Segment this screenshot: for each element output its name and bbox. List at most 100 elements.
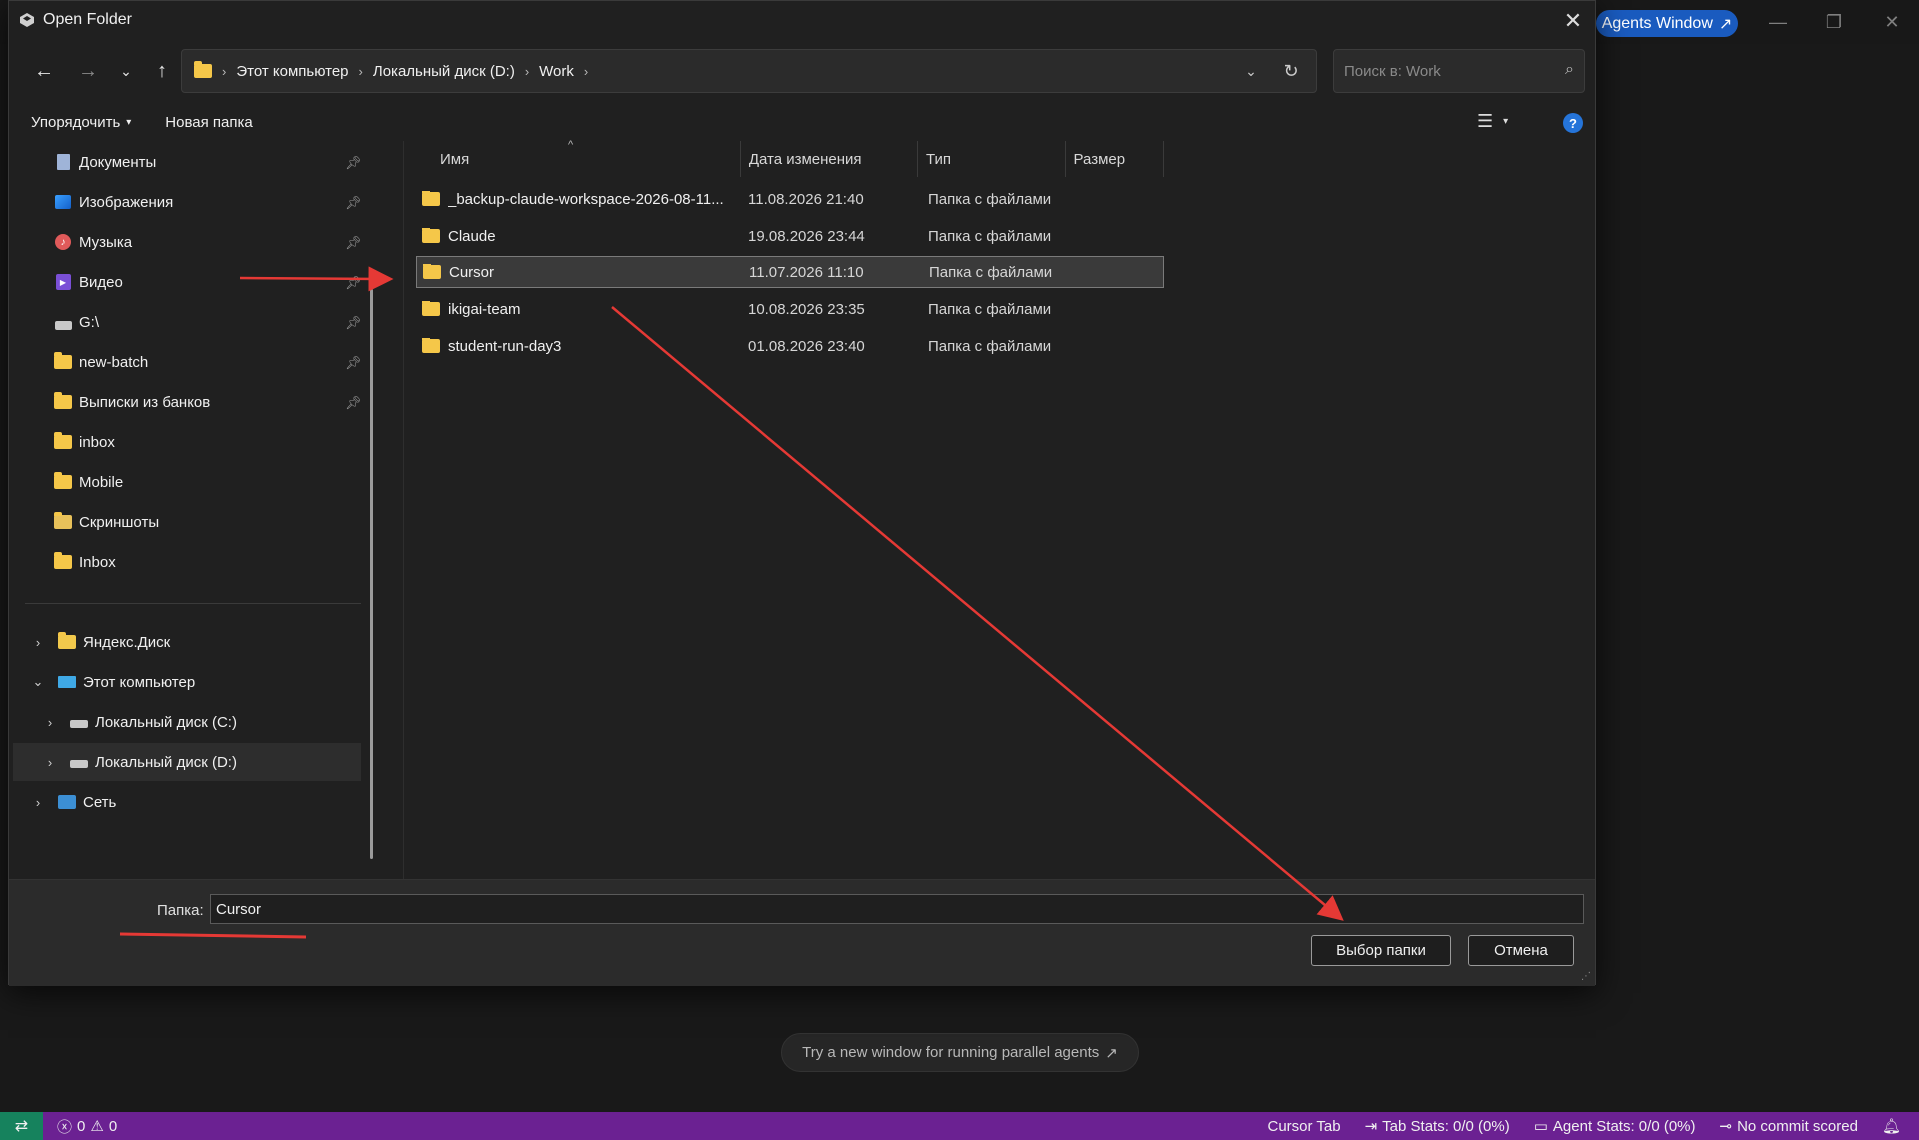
- nav-item-screenshots[interactable]: Скриншоты: [53, 503, 159, 541]
- nav-item-label: Изображения: [79, 193, 174, 211]
- agent-stats-item[interactable]: ▭ Agent Stats: 0/0 (0%): [1526, 1117, 1704, 1136]
- chevron-right-icon[interactable]: ›: [584, 64, 588, 79]
- agents-window-button[interactable]: Agents Window ↗: [1596, 10, 1738, 37]
- commit-item[interactable]: ⊸ No commit scored: [1712, 1117, 1866, 1136]
- folder-icon: [422, 300, 440, 316]
- search-icon: ⌕: [1565, 61, 1574, 78]
- search-box[interactable]: ⌕: [1333, 49, 1585, 93]
- video-icon: ▶: [53, 274, 73, 290]
- cancel-button[interactable]: Отмена: [1468, 935, 1574, 966]
- commit-icon: ⊸: [1719, 1118, 1733, 1135]
- dialog-close-button[interactable]: ✕: [1559, 7, 1587, 35]
- minimize-icon[interactable]: —: [1758, 8, 1798, 36]
- nav-item-g-drive[interactable]: G:\: [53, 303, 99, 341]
- file-row-selected[interactable]: Cursor 11.07.2026 11:10 Папка с файлами: [416, 256, 1164, 288]
- nav-item-label: Скриншоты: [79, 513, 160, 531]
- nav-item-yandex-disk[interactable]: › Яндекс.Диск: [31, 623, 170, 661]
- drive-icon: [69, 754, 89, 770]
- screenshots-folder-icon: [53, 512, 73, 530]
- nav-item-documents[interactable]: Документы: [53, 143, 156, 181]
- chevron-right-icon[interactable]: ›: [43, 715, 57, 730]
- nav-scrollbar[interactable]: [370, 289, 373, 859]
- file-row[interactable]: _backup-claude-workspace-2026-08-11... 1…: [416, 183, 1164, 215]
- recent-locations-button[interactable]: ⌄: [111, 57, 141, 85]
- arrow-left-icon: ←: [34, 59, 54, 82]
- chevron-down-icon[interactable]: ⌄: [31, 674, 45, 690]
- remote-button[interactable]: ⇄: [0, 1112, 43, 1140]
- close-window-icon[interactable]: ✕: [1872, 8, 1912, 36]
- nav-item-music[interactable]: ♪ Музыка: [53, 223, 132, 261]
- nav-item-inbox-lower[interactable]: inbox: [53, 423, 115, 461]
- column-header-date[interactable]: Дата изменения: [741, 141, 918, 177]
- nav-item-bank-statements[interactable]: Выписки из банков: [53, 383, 210, 421]
- breadcrumb-item-computer[interactable]: Этот компьютер: [236, 63, 348, 80]
- breadcrumb-item-drive-d[interactable]: Локальный диск (D:): [373, 63, 515, 80]
- nav-item-mobile[interactable]: Mobile: [53, 463, 123, 501]
- warning-icon: ⚠: [90, 1118, 104, 1135]
- nav-item-network[interactable]: › Сеть: [31, 783, 117, 821]
- cursor-tab-item[interactable]: Cursor Tab: [1260, 1118, 1349, 1135]
- file-type: Папка с файлами: [928, 337, 1052, 355]
- file-row[interactable]: Claude 19.08.2026 23:44 Папка с файлами: [416, 220, 1164, 252]
- up-button[interactable]: ↑: [147, 57, 177, 85]
- help-icon: ?: [1569, 115, 1577, 131]
- chevron-right-icon[interactable]: ›: [31, 635, 45, 650]
- back-button[interactable]: ←: [29, 57, 59, 85]
- address-dropdown-button[interactable]: ⌄: [1238, 58, 1264, 84]
- new-folder-button[interactable]: Новая папка: [165, 114, 252, 131]
- problems-indicator[interactable]: ⓧ 0 ⚠ 0: [49, 1116, 125, 1137]
- chevron-right-icon[interactable]: ›: [525, 64, 529, 79]
- nav-item-label: new-batch: [79, 353, 149, 371]
- organize-button[interactable]: Упорядочить ▾: [31, 114, 131, 131]
- yandex-disk-icon: [57, 632, 77, 650]
- chevron-right-icon[interactable]: ›: [31, 795, 45, 810]
- resize-grip-icon[interactable]: ⋰: [1581, 971, 1591, 982]
- nav-item-pictures[interactable]: Изображения: [53, 183, 173, 221]
- nav-item-new-batch[interactable]: new-batch: [53, 343, 148, 381]
- select-folder-button[interactable]: Выбор папки: [1311, 935, 1451, 966]
- nav-item-drive-c[interactable]: › Локальный диск (C:): [43, 703, 237, 741]
- parallel-agents-hint[interactable]: Try a new window for running parallel ag…: [781, 1033, 1139, 1072]
- file-row[interactable]: ikigai-team 10.08.2026 23:35 Папка с фай…: [416, 293, 1164, 325]
- error-count: 0: [77, 1117, 86, 1135]
- select-folder-label: Выбор папки: [1336, 942, 1426, 959]
- external-link-icon: ↗: [1718, 15, 1733, 33]
- file-row[interactable]: student-run-day3 01.08.2026 23:40 Папка …: [416, 330, 1164, 362]
- caret-down-icon: ▾: [1503, 116, 1509, 127]
- nav-item-video[interactable]: ▶ Видео: [53, 263, 123, 301]
- column-header-type[interactable]: Тип: [918, 141, 1066, 177]
- forward-button[interactable]: →: [73, 57, 103, 85]
- nav-item-this-pc[interactable]: ⌄ Этот компьютер: [31, 663, 196, 701]
- restore-icon[interactable]: ❐: [1814, 8, 1854, 36]
- close-icon: ✕: [1563, 8, 1583, 33]
- address-bar[interactable]: › Этот компьютер › Локальный диск (D:) ›…: [181, 49, 1317, 93]
- app-logo-icon: [20, 13, 34, 27]
- notifications-bell[interactable]: 🔔︎: [1874, 1117, 1909, 1135]
- pin-icon: 📌︎: [345, 195, 362, 210]
- tab-stats-item[interactable]: ⇥ Tab Stats: 0/0 (0%): [1357, 1117, 1518, 1136]
- change-view-button[interactable]: ☰ ▾: [1477, 111, 1508, 132]
- nav-item-label: Сеть: [83, 793, 117, 811]
- breadcrumb-item-work[interactable]: Work: [539, 63, 574, 80]
- nav-item-drive-d[interactable]: › Локальный диск (D:): [43, 743, 237, 781]
- chevron-right-icon: ›: [222, 63, 227, 79]
- chevron-right-icon[interactable]: ›: [43, 755, 57, 770]
- folder-name-input[interactable]: [210, 894, 1584, 924]
- nav-item-label: Видео: [79, 273, 123, 291]
- documents-icon: [53, 154, 73, 170]
- column-header-name[interactable]: ^ Имя: [404, 139, 741, 177]
- folder-icon: [53, 352, 73, 370]
- search-input[interactable]: [1344, 62, 1544, 80]
- help-button[interactable]: ?: [1563, 113, 1583, 133]
- column-header-size[interactable]: Размер: [1066, 141, 1164, 177]
- drive-icon: [69, 714, 89, 730]
- nav-item-label: Локальный диск (C:): [95, 713, 237, 731]
- caret-down-icon: ▾: [126, 116, 132, 128]
- nav-item-inbox[interactable]: Inbox: [53, 543, 116, 581]
- chevron-right-icon[interactable]: ›: [359, 64, 363, 79]
- refresh-button[interactable]: ↻: [1278, 58, 1304, 84]
- pin-icon: 📌︎: [345, 235, 362, 250]
- nav-item-label: G:\: [79, 313, 100, 331]
- agents-window-label: Agents Window: [1601, 14, 1713, 32]
- file-type: Папка с файлами: [928, 190, 1052, 208]
